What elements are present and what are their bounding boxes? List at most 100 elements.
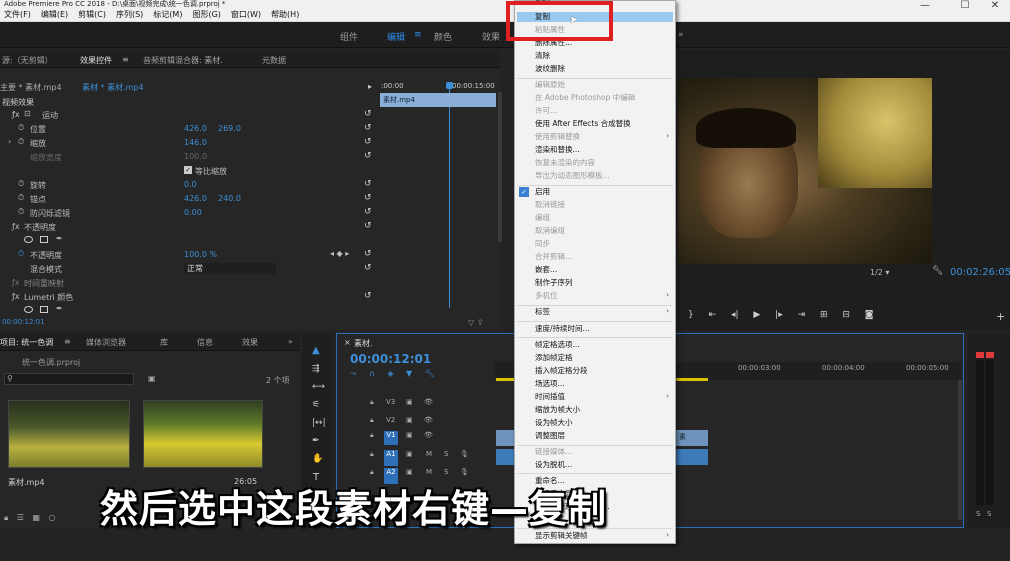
menu-graphics[interactable]: 图形(G) [192,10,220,19]
context-menu-item[interactable]: 设为帧大小 [535,418,573,428]
mute-button[interactable]: M [426,468,432,476]
audio-clip-a1-right[interactable] [676,449,708,465]
lumetri-reset-icon[interactable]: ↺ [364,291,372,301]
track-a1-label[interactable]: A1 [384,450,398,466]
timeline-toolbar[interactable]: ⤳ ∩ ◈ ▼ 🔧︎ [350,369,435,379]
project-thumb-2[interactable] [143,400,263,468]
fx-badge[interactable]: ƒx [12,110,20,119]
context-menu-item[interactable]: 标签 [535,307,550,317]
opacity-fx-badge[interactable]: ƒx [12,222,20,231]
motion-reset-icon[interactable]: ↺ [364,109,372,119]
workspace-editing[interactable]: 编辑 [387,30,405,43]
flicker-value[interactable]: 0.00 [184,208,202,217]
program-video-frame[interactable] [678,78,932,264]
selection-tool-icon[interactable]: ▲ [312,345,320,356]
tab-project-menu-icon[interactable]: ≡ [64,337,71,346]
anchor-stopwatch-icon[interactable]: ⏱ [18,193,24,203]
opacity-fx-reset-icon[interactable]: ↺ [364,221,372,231]
tab-menu-icon[interactable]: ≡ [122,55,129,64]
uniform-scale-checkbox[interactable]: ✓ [184,166,192,174]
menu-window[interactable]: 窗口(W) [231,10,261,19]
tab-media-browser[interactable]: 媒体浏览器 [86,337,126,348]
add-button-icon[interactable]: + [996,310,1005,323]
project-more-icon[interactable]: » [288,337,293,346]
menu-file[interactable]: 文件(F) [4,10,31,19]
lumetri-ellipse-icon[interactable] [24,306,33,313]
sync-icon[interactable]: ▣ [406,398,413,406]
position-y-value[interactable]: 269.0 [218,124,241,133]
context-menu-item[interactable]: 帧定格选项... [535,340,580,350]
timeline-timecode[interactable]: 00:00:12:01 [350,352,431,366]
ellipse-mask-icon[interactable] [24,236,33,243]
project-bottom-toolbar[interactable]: 🔒︎ ☰ ▦ ○ [4,513,56,523]
workspace-color[interactable]: 颜色 [434,30,452,43]
workspace-assembly[interactable]: 组件 [340,30,358,43]
tab-effects[interactable]: 效果 [242,337,258,348]
context-menu-item[interactable]: 调整图层 [535,431,565,441]
pen-tool-icon[interactable]: ✒ [312,436,320,446]
anchor-reset-icon[interactable]: ↺ [364,193,372,203]
lock-icon[interactable]: 🔒︎ [370,398,374,407]
opacity-reset-icon[interactable]: ↺ [364,249,372,259]
rotation-reset-icon[interactable]: ↺ [364,179,372,189]
anchor-x-value[interactable]: 426.0 [184,194,207,203]
lock-icon[interactable]: 🔒︎ [370,431,374,440]
slip-tool-icon[interactable]: |↔| [312,418,326,428]
ripple-edit-tool-icon[interactable]: ⟷ [312,382,325,392]
lumetri-rect-icon[interactable] [40,306,48,313]
tab-project[interactable]: 项目: 统一色调 [0,337,53,348]
track-select-tool-icon[interactable]: ⇶ [312,364,320,374]
tab-effect-controls[interactable]: 效果控件 [80,55,112,66]
clip-indicator-left[interactable] [976,352,984,358]
menu-sequence[interactable]: 序列(S) [116,10,143,19]
motion-transform-icon[interactable]: ⊡ [24,109,31,118]
context-menu-item[interactable]: 波纹删除 [535,64,565,74]
eye-icon[interactable]: 👁︎ [424,398,433,406]
zoom-select[interactable]: 1/2 ▾ [870,268,889,277]
menu-edit[interactable]: 编辑(E) [41,10,68,19]
lock-icon[interactable]: 🔒︎ [370,468,374,477]
flicker-stopwatch-icon[interactable]: ⏱ [18,207,24,217]
solo-button[interactable]: S [444,468,448,476]
timeline-close-icon[interactable]: × [344,338,351,347]
eye-icon[interactable]: 👁︎ [424,416,433,424]
context-menu-item[interactable]: 制作子序列 [535,278,573,288]
position-x-value[interactable]: 426.0 [184,124,207,133]
context-menu-item[interactable]: 使用 After Effects 合成替换 [535,119,631,129]
clip-label[interactable]: 素材 * 素材.mp4 [82,82,144,93]
timeline-scrollbar[interactable] [958,380,962,520]
workspace-effects[interactable]: 效果 [482,30,500,43]
ec-scrollbar[interactable] [498,92,502,242]
workspace-menu-icon[interactable]: ≡ [414,30,422,40]
tab-source[interactable]: 源:（无剪辑） [2,55,53,66]
sync-icon[interactable]: ▣ [406,468,413,476]
video-clip-right[interactable]: 素材.mp4 [676,430,708,455]
context-menu-item[interactable]: 插入帧定格分段 [535,366,588,376]
rotation-value[interactable]: 0.0 [184,180,197,189]
play-icon[interactable]: ▸ [368,82,372,91]
blend-reset-icon[interactable]: ↺ [364,263,372,273]
meter-solo-right[interactable]: S [987,510,991,518]
context-menu-item[interactable]: 嵌套... [535,265,557,275]
rotation-stopwatch-icon[interactable]: ⏱ [18,179,24,189]
eye-icon[interactable]: 👁︎ [424,431,433,439]
context-menu-item[interactable]: 场选项... [535,379,565,389]
tab-library[interactable]: 库 [160,337,168,348]
position-stopwatch-icon[interactable]: ⏱ [18,123,24,133]
sync-icon[interactable]: ▣ [406,416,413,424]
rect-mask-icon[interactable] [40,236,48,243]
tab-audio-mixer[interactable]: 音频剪辑混合器: 素材. [143,55,223,66]
master-clip-label[interactable]: 主要 * 素材.mp4 [0,82,62,93]
project-thumb-1[interactable] [8,400,130,468]
clip-indicator-right[interactable] [986,352,994,358]
lumetri-pen-icon[interactable]: ✒ [56,304,63,313]
solo-button[interactable]: S [444,450,448,458]
workspace-more-icon[interactable]: » [678,30,684,40]
sync-icon[interactable]: ▣ [406,431,413,439]
anchor-y-value[interactable]: 240.0 [218,194,241,203]
program-timecode[interactable]: 00:02:26:05 [950,267,1010,278]
track-v3-header[interactable]: 🔒︎ V3 ▣ 👁︎ [360,398,494,412]
context-menu-item[interactable]: 渲染和替换... [535,145,580,155]
razor-tool-icon[interactable]: ⚟ [312,400,320,410]
track-v1-header[interactable]: 🔒︎ V1 ▣ 👁︎ [360,431,494,447]
